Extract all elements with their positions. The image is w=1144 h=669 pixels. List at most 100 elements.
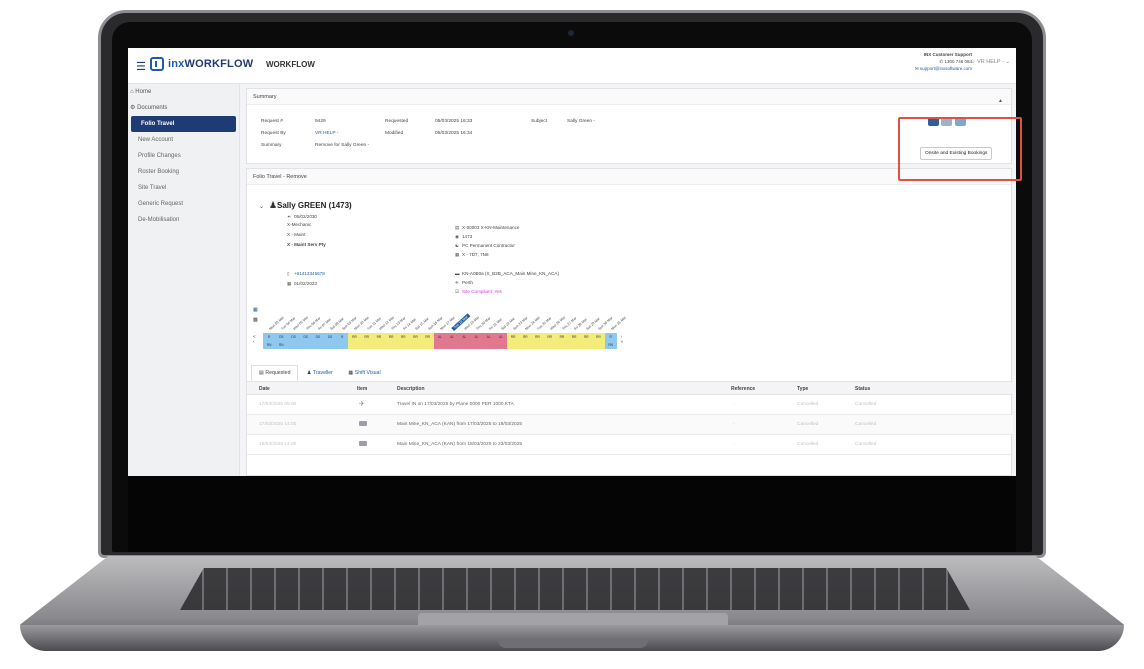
- calendar-day-cell[interactable]: RR: [568, 333, 581, 341]
- calendar-day-cell[interactable]: RR: [519, 333, 532, 341]
- sidebar-item-documents[interactable]: ⚙ Documents: [128, 100, 239, 116]
- calendar-day-subcell: RN: [275, 341, 288, 349]
- user-menu[interactable]: ☺ VR HELP - ⌄: [970, 59, 1010, 65]
- calendar-day-cell[interactable]: RR: [360, 333, 373, 341]
- calendar-day-cell[interactable]: RR: [531, 333, 544, 341]
- col-item[interactable]: Item: [357, 382, 367, 396]
- tab-label: Traveller: [312, 370, 333, 376]
- calendar-day-cell[interactable]: AL: [470, 333, 483, 341]
- row-date: 17/03/2025 09:00: [259, 402, 297, 407]
- summary-header[interactable]: Summary ▲: [247, 89, 1011, 105]
- compliance-line: ☑ Site Compliant: Yes: [455, 289, 502, 295]
- summary-label: Summary: [261, 143, 282, 148]
- tab-shift-visual[interactable]: ▦ Shift Visual: [341, 366, 387, 380]
- employment-value: PC Permanent Contractor: [462, 243, 515, 248]
- calendar-day-cell[interactable]: AL: [446, 333, 459, 341]
- calendar-day-cell[interactable]: R: [604, 333, 617, 341]
- expand-caret-icon[interactable]: ⌄: [259, 203, 264, 210]
- sidebar-item-site-travel[interactable]: Site Travel: [128, 180, 239, 196]
- support-email[interactable]: support@inxsoftware.com: [920, 66, 972, 71]
- col-description[interactable]: Description: [397, 382, 425, 396]
- calendar-day-cell[interactable]: RR: [507, 333, 520, 341]
- grid-icon: ▦: [348, 370, 354, 376]
- dob-value: 05/02/2030: [294, 214, 317, 219]
- table-row[interactable]: 18/03/2025 14:00 Main Mine_KN_ACA (KAN) …: [247, 435, 1013, 455]
- user-name: VR HELP -: [977, 59, 1004, 65]
- compliance-value: Site Compliant: Yes: [462, 289, 502, 294]
- city-value: Perth: [462, 280, 473, 285]
- calendar-prev[interactable]: < ‹: [253, 334, 256, 344]
- subject-label: Subject: [531, 119, 547, 124]
- calendar-day-cell[interactable]: R: [336, 333, 349, 341]
- department: X - Maint: [287, 232, 306, 237]
- calendar-day-cell[interactable]: RR: [555, 333, 568, 341]
- col-reference[interactable]: Reference: [731, 382, 755, 396]
- table-row[interactable]: 17/03/2025 14:00 Main Mine_KN_ACA (KAN) …: [247, 415, 1013, 435]
- logo[interactable]: inxWORKFLOW: [168, 58, 253, 70]
- tab-requested[interactable]: ▤ Requested: [251, 365, 299, 381]
- hamburger-menu-icon[interactable]: ☰: [136, 60, 146, 73]
- logo-prefix: inx: [168, 58, 185, 70]
- calendar-day-cell[interactable]: DS: [299, 333, 312, 341]
- calendar-day-subcell: [543, 341, 556, 349]
- calendar-day-cell[interactable]: R: [263, 333, 276, 341]
- calendar-toggle-icon[interactable]: ▦: [253, 307, 258, 313]
- user-icon: ☺: [969, 59, 976, 65]
- table-row[interactable]: 17/03/2025 09:00 ✈ Travel IN on 17/03/20…: [247, 395, 1013, 415]
- col-date[interactable]: Date: [259, 382, 270, 396]
- collapse-icon[interactable]: ▲: [998, 93, 1003, 109]
- sidebar-item-home[interactable]: ⌂ Home: [128, 84, 239, 100]
- calendar-day-cell[interactable]: RR: [421, 333, 434, 341]
- calendar-day-subcell: [433, 341, 446, 349]
- calendar-day-subcell: RN: [263, 341, 276, 349]
- calendar-day-cell[interactable]: RR: [409, 333, 422, 341]
- calendar-day-cell[interactable]: AL: [433, 333, 446, 341]
- calendar-day-cell[interactable]: RR: [543, 333, 556, 341]
- mail-icon: ✉: [914, 66, 919, 71]
- row-status: Cancelled: [855, 422, 877, 427]
- sidebar-item-generic-request[interactable]: Generic Request: [128, 196, 239, 212]
- col-type[interactable]: Type: [797, 382, 808, 396]
- sidebar-item-profile-changes[interactable]: Profile Changes: [128, 148, 239, 164]
- calendar-day-cell[interactable]: RR: [580, 333, 593, 341]
- row-description: Main Mine_KN_ACA (KAN) from 18/03/2025 t…: [397, 442, 523, 447]
- calendar-day-subcell: RN: [604, 341, 617, 349]
- calendar-day-cell[interactable]: AL: [482, 333, 495, 341]
- cake-icon: ☙: [287, 214, 292, 219]
- app-screen: ☰ inxWORKFLOW WORKFLOW INX Customer Supp…: [128, 48, 1016, 476]
- calendar-day-cell[interactable]: AL: [494, 333, 507, 341]
- row-type: Cancelled: [797, 402, 819, 407]
- traveller-name: Sally GREEN (1473): [277, 201, 352, 210]
- col-status[interactable]: Status: [855, 382, 870, 396]
- calendar-day-cell[interactable]: AL: [458, 333, 471, 341]
- requested-label: Requested: [385, 119, 409, 124]
- calendar-day-cell[interactable]: RR: [372, 333, 385, 341]
- top-bar: ☰ inxWORKFLOW WORKFLOW INX Customer Supp…: [128, 48, 1016, 84]
- sidebar-item-new-account[interactable]: New Account: [128, 132, 239, 148]
- users-icon: ☯: [455, 243, 460, 248]
- highlight-box: [898, 117, 1022, 181]
- sidebar-item-folio-travel[interactable]: Folio Travel: [131, 116, 236, 132]
- sidebar-item-de-mobilisation[interactable]: De-Mobilisation: [128, 212, 239, 228]
- calendar-day-cell[interactable]: RR: [397, 333, 410, 341]
- bed-icon: [359, 415, 367, 435]
- phone-value[interactable]: +61412345678: [294, 271, 325, 276]
- calendar-day-cell[interactable]: RR: [348, 333, 361, 341]
- tab-traveller[interactable]: ♟ Traveller: [300, 366, 340, 380]
- calendar-day-cell[interactable]: RR: [592, 333, 605, 341]
- calendar-day-cell[interactable]: DS: [275, 333, 288, 341]
- calendar-day-subcell: [482, 341, 495, 349]
- subject-value: Sally Green -: [567, 119, 595, 124]
- app-title: WORKFLOW: [266, 60, 315, 69]
- calendar-next[interactable]: › »: [621, 334, 624, 344]
- calendar-day-cell[interactable]: RR: [385, 333, 398, 341]
- printer-icon[interactable]: ▩: [253, 317, 258, 323]
- calendar-day-subcell: [348, 341, 361, 349]
- calendar-day-cell[interactable]: DS: [287, 333, 300, 341]
- calendar-day-cell[interactable]: DS: [324, 333, 337, 341]
- request-by-value[interactable]: VR HELP -: [315, 131, 338, 136]
- row-status: Cancelled: [855, 402, 877, 407]
- calendar-day-cell[interactable]: DS: [311, 333, 324, 341]
- calendar-day-subcell: [568, 341, 581, 349]
- sidebar-item-roster-booking[interactable]: Roster Booking: [128, 164, 239, 180]
